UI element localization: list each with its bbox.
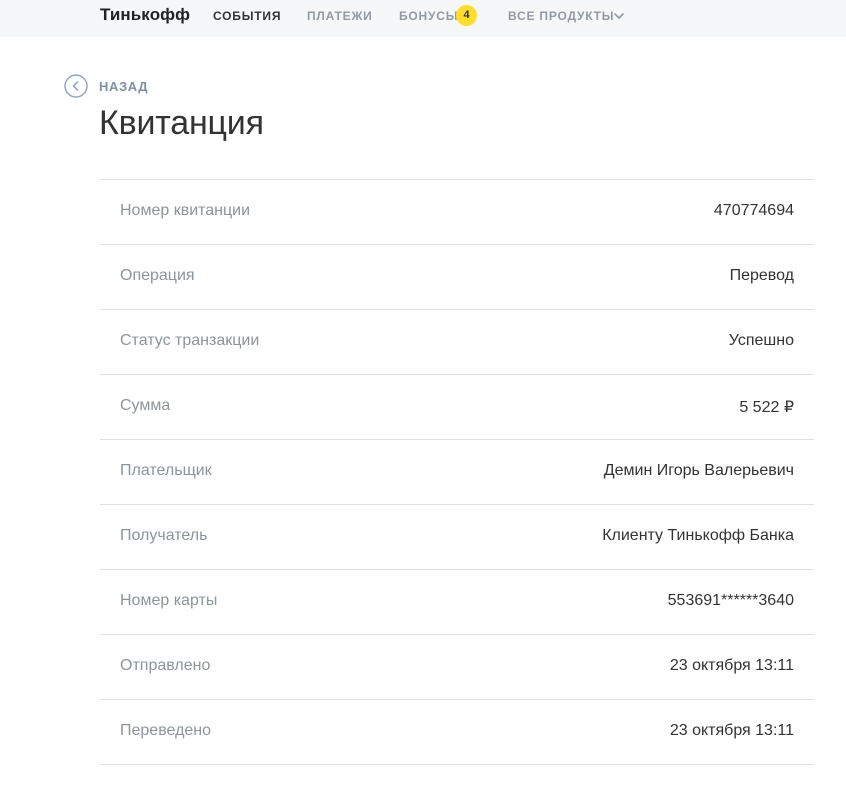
nav-item-events[interactable]: СОБЫТИЯ [213,9,281,23]
receipt-row-operation: Операция Перевод [100,245,814,310]
row-label: Плательщик [120,462,212,479]
row-value: Клиенту Тинькофф Банка [602,527,794,544]
row-value: Демин Игорь Валерьевич [603,462,794,479]
row-label: Переведено [120,722,212,739]
chevron-left-circle-icon[interactable] [64,74,88,98]
receipt-row-status: Статус транзакции Успешно [100,310,814,375]
receipt-details-table: Номер квитанции 470774694 Операция Перев… [100,179,814,765]
receipt-row-card-number: Номер карты 553691******3640 [100,570,814,635]
bonus-count-badge: 4 [456,5,477,26]
row-value: 5 522 ₽ [739,399,794,416]
receipt-row-amount: Сумма 5 522 ₽ [100,375,814,440]
row-value: Перевод [729,267,794,284]
row-label: Отправлено [120,657,211,674]
nav-item-bonuses[interactable]: БОНУСЫ [399,9,458,23]
receipt-row-payer: Плательщик Демин Игорь Валерьевич [100,440,814,505]
page-title: Квитанция [99,104,264,142]
row-label: Статус транзакции [120,332,260,349]
chevron-down-icon[interactable] [612,9,626,23]
row-value: 553691******3640 [667,592,794,609]
tinkoff-logo[interactable]: Тинькофф [100,5,190,25]
nav-item-payments[interactable]: ПЛАТЕЖИ [307,9,373,23]
receipt-row-sent: Отправлено 23 октября 13:11 [100,635,814,700]
row-label: Номер карты [120,592,218,609]
row-label: Сумма [120,397,171,414]
row-value: Успешно [728,332,794,349]
row-label: Получатель [120,527,208,544]
receipt-row-number: Номер квитанции 470774694 [100,180,814,245]
receipt-row-transferred: Переведено 23 октября 13:11 [100,700,814,765]
row-value: 23 октября 13:11 [669,657,794,674]
receipt-row-recipient: Получатель Клиенту Тинькофф Банка [100,505,814,570]
nav-item-all-products[interactable]: ВСЕ ПРОДУКТЫ [508,9,614,23]
row-value: 23 октября 13:11 [669,722,794,739]
row-label: Номер квитанции [120,202,251,219]
back-link-label[interactable]: НАЗАД [99,79,148,94]
row-label: Операция [120,267,195,284]
row-value: 470774694 [713,202,794,219]
top-navigation-bar: Тинькофф СОБЫТИЯ ПЛАТЕЖИ БОНУСЫ 4 ВСЕ ПР… [0,0,846,37]
